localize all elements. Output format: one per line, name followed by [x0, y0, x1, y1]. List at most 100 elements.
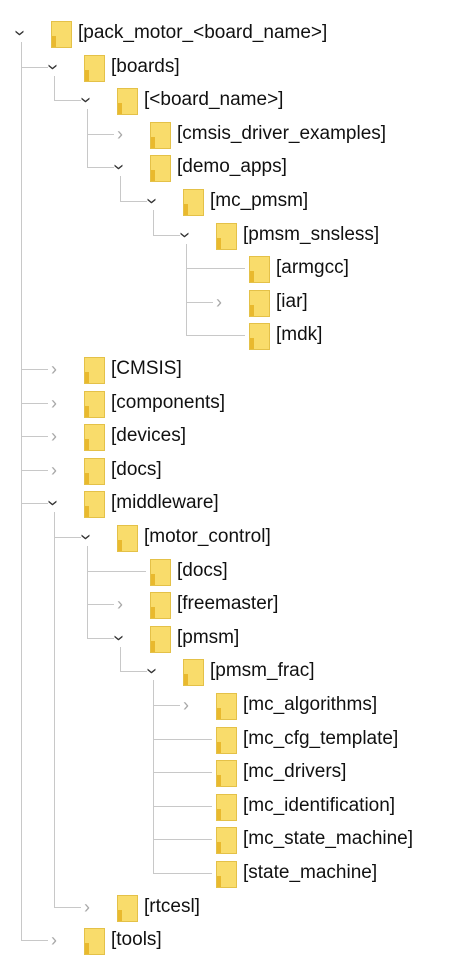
folder-icon [216, 726, 237, 754]
tree-item[interactable]: › [pack_motor_<board_name>] [10, 18, 465, 51]
chevron-right-icon[interactable]: › [44, 925, 64, 955]
chevron-down-icon[interactable]: › [10, 18, 33, 48]
tree-item[interactable]: [mc_cfg_template] [176, 724, 465, 757]
chevron-right-icon[interactable]: › [209, 287, 229, 317]
tree-guide-line [153, 680, 154, 873]
tree-item-label: [tools] [111, 929, 162, 951]
folder-icon [117, 88, 138, 116]
chevron-down-icon[interactable]: › [109, 152, 132, 182]
chevron-right-icon[interactable]: › [44, 421, 64, 451]
tree-item[interactable]: [mc_drivers] [176, 757, 465, 790]
tree-item-label: [pmsm_frac] [210, 660, 315, 682]
tree-item-label: [<board_name>] [144, 89, 284, 111]
folder-icon [216, 222, 237, 250]
tree-item-label: [pmsm_snsless] [243, 223, 380, 245]
folder-icon [84, 54, 105, 82]
tree-guide-line [21, 42, 22, 941]
tree-item[interactable]: › [demo_apps] [109, 152, 465, 185]
tree-item[interactable]: › [motor_control] [76, 522, 465, 555]
tree-item[interactable]: › [mc_pmsm] [142, 186, 465, 219]
folder-icon [183, 659, 204, 687]
tree-guide-line [87, 546, 88, 638]
folder-tree: › [pack_motor_<board_name>] › [boards] › [<bo… [0, 0, 465, 964]
tree-item-label: [components] [111, 391, 226, 413]
tree-item[interactable]: › [CMSIS] [44, 354, 465, 387]
folder-icon [117, 894, 138, 922]
tree-item[interactable]: › [iar] [209, 287, 465, 320]
tree-item[interactable]: [mc_state_machine] [176, 824, 465, 857]
folder-icon [84, 928, 105, 956]
folder-icon [84, 457, 105, 485]
folder-icon [150, 121, 171, 149]
folder-icon [117, 525, 138, 552]
tree-guide-line [54, 512, 55, 907]
tree-item[interactable]: › [devices] [44, 421, 465, 454]
tree-item[interactable]: [mdk] [209, 320, 465, 353]
tree-item[interactable]: › [<board_name>] [76, 85, 465, 118]
tree-item[interactable]: › [docs] [44, 455, 465, 488]
tree-item[interactable]: › [boards] [43, 52, 465, 85]
tree-item[interactable]: › [pmsm_frac] [142, 656, 465, 689]
tree-item-label: [freemaster] [177, 593, 279, 615]
tree-item[interactable]: [armgcc] [209, 253, 465, 286]
tree-item[interactable]: › [pmsm_snsless] [175, 220, 465, 253]
tree-item-label: [pmsm] [177, 626, 240, 648]
tree-item-label: [mc_algorithms] [243, 694, 378, 715]
folder-icon [249, 256, 270, 284]
tree-item[interactable]: › [rtcesl] [77, 892, 465, 925]
tree-item[interactable]: › [cmsis_driver_examples] [110, 119, 465, 152]
tree-item[interactable]: [docs] [110, 556, 465, 589]
folder-icon [84, 424, 105, 452]
chevron-right-icon[interactable]: › [44, 354, 64, 384]
tree-item[interactable]: [state_machine] [176, 858, 465, 891]
tree-item[interactable]: › [components] [44, 388, 465, 421]
tree-item-label: [cmsis_driver_examples] [177, 122, 387, 144]
chevron-right-icon[interactable]: › [77, 892, 97, 922]
folder-icon [84, 357, 105, 384]
folder-icon [249, 289, 270, 317]
chevron-down-icon[interactable]: › [43, 488, 66, 518]
tree-item-label: [mc_identification] [243, 794, 396, 816]
tree-item[interactable]: [mc_identification] [176, 791, 465, 824]
tree-item-label: [mdk] [276, 324, 323, 346]
folder-icon [51, 21, 72, 48]
tree-item-label: [pack_motor_<board_name>] [78, 22, 328, 43]
folder-icon [84, 491, 105, 519]
chevron-right-icon[interactable]: › [44, 388, 64, 418]
tree-item-label: [devices] [111, 425, 186, 447]
folder-icon [216, 793, 237, 821]
folder-icon [216, 861, 237, 888]
tree-item-label: [state_machine] [243, 862, 378, 883]
chevron-right-icon[interactable]: › [110, 119, 130, 149]
tree-item-label: [middleware] [111, 492, 219, 514]
tree-item-label: [mc_cfg_template] [243, 727, 399, 749]
folder-icon [150, 558, 171, 586]
tree-item-label: [docs] [111, 458, 162, 480]
tree-item[interactable]: › [pmsm] [109, 623, 465, 656]
tree-item-label: [rtcesl] [144, 895, 200, 917]
chevron-down-icon[interactable]: › [142, 656, 165, 686]
tree-item-label: [iar] [276, 290, 308, 312]
chevron-down-icon[interactable]: › [76, 85, 99, 115]
tree-item-label: [mc_drivers] [243, 761, 347, 783]
tree-item[interactable]: › [freemaster] [110, 589, 465, 622]
chevron-down-icon[interactable]: › [175, 220, 198, 250]
folder-icon [183, 189, 204, 216]
folder-icon [84, 390, 105, 418]
chevron-down-icon[interactable]: › [109, 623, 132, 653]
chevron-down-icon[interactable]: › [76, 522, 99, 552]
chevron-down-icon[interactable]: › [43, 52, 66, 82]
tree-item-label: [demo_apps] [177, 156, 287, 178]
folder-icon [216, 693, 237, 720]
chevron-right-icon[interactable]: › [44, 455, 64, 485]
tree-item-label: [mc_state_machine] [243, 828, 414, 850]
tree-item[interactable]: › [middleware] [43, 488, 465, 521]
folder-icon [150, 592, 171, 620]
tree-item[interactable]: › [mc_algorithms] [176, 690, 465, 723]
chevron-down-icon[interactable]: › [142, 186, 165, 216]
tree-item[interactable]: › [tools] [44, 925, 465, 958]
tree-item-label: [boards] [111, 55, 180, 77]
chevron-right-icon[interactable]: › [110, 589, 130, 619]
folder-icon [249, 323, 270, 351]
chevron-right-icon[interactable]: › [176, 690, 196, 720]
